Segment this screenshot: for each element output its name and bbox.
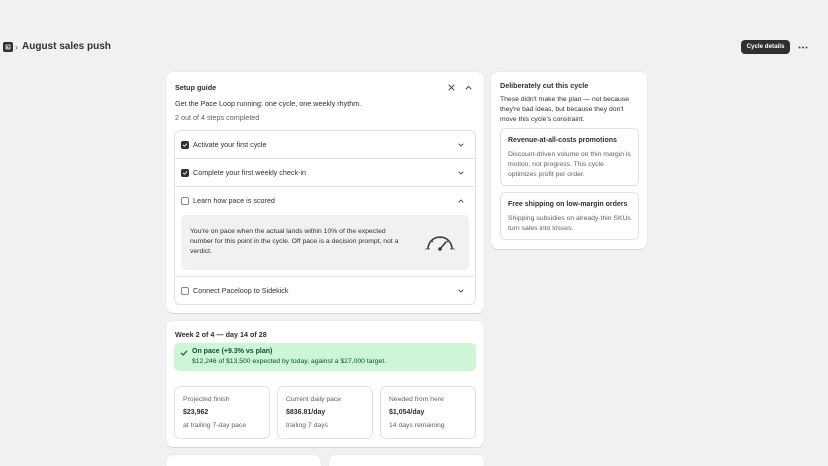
cut-item-title: Free shipping on low-margin orders xyxy=(508,201,628,208)
setup-guide-progress: 2 out of 4 steps completed xyxy=(175,113,260,122)
setup-step-label: Connect Paceloop to Sidekick xyxy=(193,286,289,295)
setup-guide-intro: Get the Pace Loop running: one cycle, on… xyxy=(175,99,362,108)
metric-current-daily-pace: Current daily pace $836.81/day trailing … xyxy=(277,386,373,439)
on-pace-banner: On pace (+9.3% vs plan) $12,246 of $13,5… xyxy=(174,343,476,371)
chevron-down-icon[interactable] xyxy=(456,140,466,150)
setup-step-connect-sidekick[interactable]: Connect Paceloop to Sidekick xyxy=(175,277,475,304)
lower-card xyxy=(166,455,321,466)
cut-title: Deliberately cut this cycle xyxy=(500,81,589,90)
week-title: Week 2 of 4 — day 14 of 28 xyxy=(175,330,267,339)
setup-guide-title: Setup guide xyxy=(175,83,217,92)
setup-step-detail-text: You're on pace when the actual lands wit… xyxy=(190,228,399,255)
cut-item: Free shipping on low-margin orders Shipp… xyxy=(500,192,639,240)
status-title: On pace (+9.3% vs plan) xyxy=(192,348,273,355)
metric-value: $836.81/day xyxy=(286,409,326,416)
setup-steps-list: Activate your first cycle Complete your … xyxy=(174,130,476,305)
metric-value: $23,962 xyxy=(183,409,209,416)
week-progress-card: Week 2 of 4 — day 14 of 28 On pace (+9.3… xyxy=(166,321,484,447)
metric-label: Projected finish xyxy=(183,396,230,403)
metric-projected-finish: Projected finish $23,962 at trailing 7-d… xyxy=(174,386,270,439)
cut-item-title: Revenue-at-all-costs promotions xyxy=(508,137,617,144)
checkbox-checked[interactable] xyxy=(181,141,189,149)
checkbox-checked[interactable] xyxy=(181,169,189,177)
metric-value: $1,054/day xyxy=(389,409,425,416)
chevron-up-icon[interactable] xyxy=(463,82,474,93)
app-icon[interactable] xyxy=(3,42,13,52)
cut-item: Revenue-at-all-costs promotions Discount… xyxy=(500,128,639,186)
chevron-up-icon[interactable] xyxy=(456,196,466,206)
metric-sub: trailing 7 days xyxy=(286,422,328,429)
lower-card xyxy=(329,455,484,466)
status-subtitle: $12,246 of $13,500 expected by today, ag… xyxy=(192,358,387,365)
checkmark-icon xyxy=(180,350,188,356)
metric-sub: at trailing 7-day pace xyxy=(183,422,247,429)
setup-step-label: Learn how pace is scored xyxy=(193,196,275,205)
cut-description: These didn't make the plan — not because… xyxy=(500,96,630,123)
setup-step-weekly-checkin[interactable]: Complete your first weekly check-in xyxy=(175,159,475,187)
close-icon[interactable] xyxy=(446,82,457,93)
setup-step-detail: You're on pace when the actual lands wit… xyxy=(181,215,469,270)
chevron-down-icon[interactable] xyxy=(456,168,466,178)
cut-item-body: Shipping subsidies on already-thin SKUs … xyxy=(508,215,631,232)
speedometer-icon xyxy=(425,236,455,251)
breadcrumb-chevron-icon: › xyxy=(15,42,18,52)
metric-label: Needed from here xyxy=(389,396,444,403)
setup-step-label: Activate your first cycle xyxy=(193,140,267,149)
setup-step-pace-scoring[interactable]: Learn how pace is scored You're on pace … xyxy=(175,187,475,277)
more-actions-icon[interactable] xyxy=(797,41,809,53)
cut-item-body: Discount-driven volume on thin margin is… xyxy=(508,151,631,178)
checkbox-unchecked[interactable] xyxy=(181,197,189,205)
setup-step-activate-cycle[interactable]: Activate your first cycle xyxy=(175,131,475,159)
metric-needed-from-here: Needed from here $1,054/day 14 days rema… xyxy=(380,386,476,439)
setup-guide-card: Setup guide Get the Pace Loop running: o… xyxy=(166,72,484,313)
page-title: August sales push xyxy=(22,41,111,52)
cycle-details-button[interactable]: Cycle details xyxy=(741,40,790,54)
metric-label: Current daily pace xyxy=(286,396,342,403)
setup-step-label: Complete your first weekly check-in xyxy=(193,168,307,177)
deliberately-cut-card: Deliberately cut this cycle These didn't… xyxy=(491,72,647,249)
chevron-down-icon[interactable] xyxy=(456,286,466,296)
checkbox-unchecked[interactable] xyxy=(181,287,189,295)
metric-sub: 14 days remaining xyxy=(389,422,445,429)
